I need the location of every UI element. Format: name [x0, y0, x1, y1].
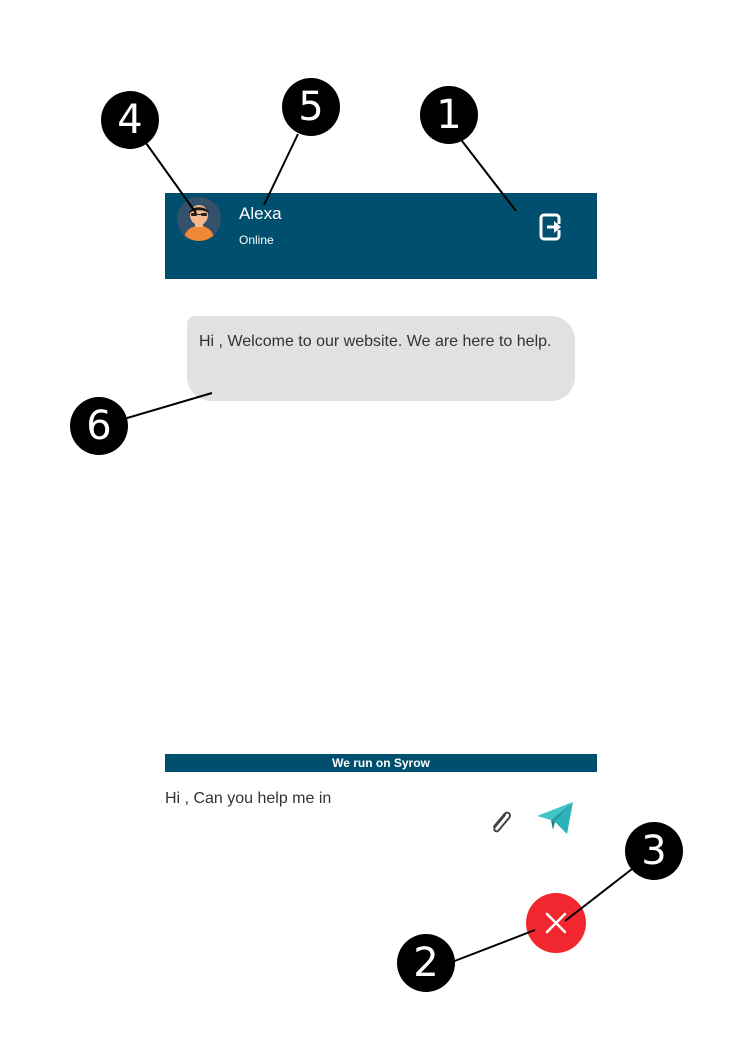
agent-message-bubble: Hi , Welcome to our website. We are here…	[187, 316, 575, 401]
callout-badge-3: 3	[625, 822, 683, 880]
callout-badge-4: 4	[101, 91, 159, 149]
callout-badge-6: 6	[70, 397, 128, 455]
close-icon	[545, 912, 567, 934]
agent-name: Alexa	[239, 204, 282, 223]
paper-plane-icon	[537, 802, 573, 834]
callout-lines	[126, 133, 633, 963]
agent-avatar-icon	[177, 197, 221, 241]
callout-badge-5: 5	[282, 78, 340, 136]
chat-header: Alexa Online	[165, 193, 597, 279]
exit-chat-button[interactable]	[539, 213, 565, 241]
send-button[interactable]	[535, 800, 575, 836]
callout-badge-1: 1	[420, 86, 478, 144]
agent-status: Online	[239, 233, 274, 247]
powered-by-banner: We run on Syrow	[165, 754, 597, 772]
chat-widget-page: Alexa Online Hi , Welcome to our website…	[0, 0, 744, 1052]
close-chat-button[interactable]	[526, 893, 586, 953]
attach-file-button[interactable]	[486, 808, 516, 838]
message-input[interactable]: Hi , Can you help me in	[165, 786, 475, 850]
callout-badge-2: 2	[397, 934, 455, 992]
paperclip-icon	[493, 811, 511, 833]
exit-chat-icon	[539, 213, 563, 241]
